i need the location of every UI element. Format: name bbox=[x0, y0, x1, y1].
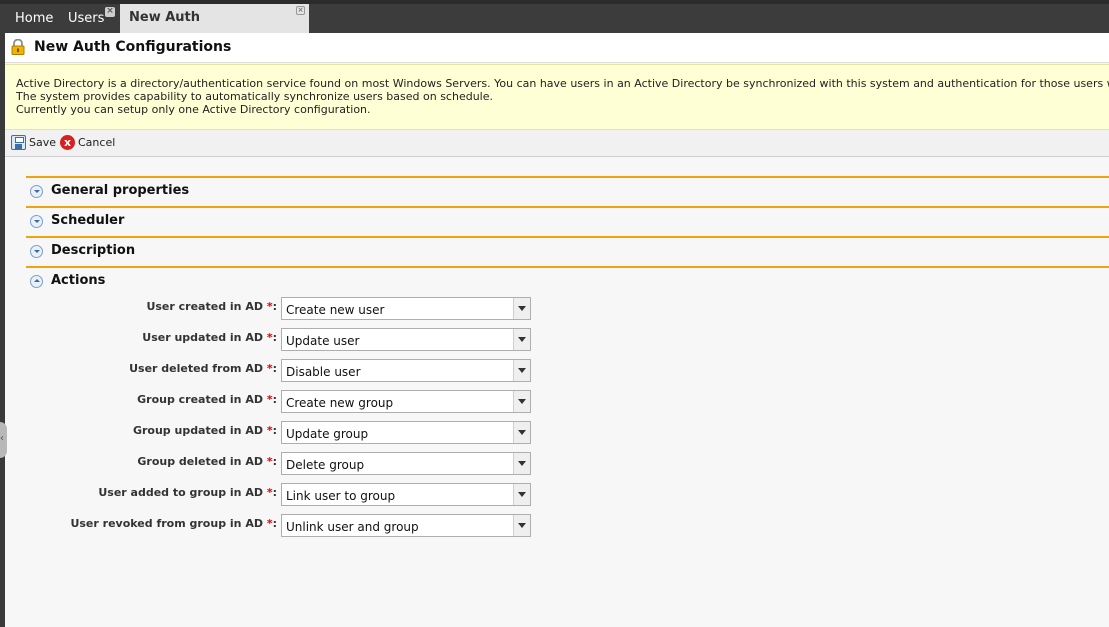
section-general-properties[interactable]: General properties bbox=[26, 176, 1109, 206]
section-title: Actions bbox=[51, 273, 106, 288]
cancel-button[interactable]: x Cancel bbox=[60, 135, 115, 151]
save-button[interactable]: Save bbox=[11, 135, 56, 151]
user-created-select[interactable]: Create new user bbox=[281, 297, 531, 320]
field-label: User updated in AD *: bbox=[142, 331, 277, 344]
section-scheduler[interactable]: Scheduler bbox=[26, 206, 1109, 236]
chevron-down-icon[interactable] bbox=[513, 329, 530, 350]
select-value: Disable user bbox=[286, 365, 361, 379]
chevron-left-icon: ‹ bbox=[0, 433, 4, 444]
toolbar: Save x Cancel bbox=[5, 130, 1109, 157]
tab-home-label: Home bbox=[15, 11, 54, 26]
cancel-icon: x bbox=[60, 135, 75, 150]
section-title: Scheduler bbox=[51, 213, 125, 228]
chevron-down-icon[interactable] bbox=[513, 360, 530, 381]
save-icon bbox=[11, 135, 26, 150]
expand-icon[interactable] bbox=[30, 215, 43, 228]
tab-bar: Home Users × New Auth Configurations × bbox=[0, 0, 1109, 53]
field-label: User revoked from group in AD *: bbox=[70, 517, 277, 530]
expand-icon[interactable] bbox=[30, 245, 43, 258]
chevron-down-icon[interactable] bbox=[513, 484, 530, 505]
action-row-group-updated: Group updated in AD *: Update group bbox=[5, 421, 1109, 445]
section-description[interactable]: Description bbox=[26, 236, 1109, 266]
action-row-user-added-to-group: User added to group in AD *: Link user t… bbox=[5, 483, 1109, 507]
page-header: New Auth Configurations bbox=[5, 33, 1109, 63]
tab-home[interactable]: Home bbox=[15, 5, 53, 33]
expand-icon[interactable] bbox=[30, 185, 43, 198]
chevron-down-icon[interactable] bbox=[513, 298, 530, 319]
user-revoked-from-group-select[interactable]: Unlink user and group bbox=[281, 514, 531, 537]
chevron-down-icon[interactable] bbox=[513, 391, 530, 412]
action-row-user-created: User created in AD *: Create new user bbox=[5, 297, 1109, 321]
close-icon[interactable]: × bbox=[296, 6, 305, 15]
field-label: User added to group in AD *: bbox=[98, 486, 277, 499]
close-icon[interactable]: × bbox=[105, 7, 115, 17]
main-panel: New Auth Configurations Active Directory… bbox=[5, 33, 1109, 627]
collapse-icon[interactable] bbox=[30, 275, 43, 288]
group-deleted-select[interactable]: Delete group bbox=[281, 452, 531, 475]
action-row-user-updated: User updated in AD *: Update user bbox=[5, 328, 1109, 352]
tab-users-label: Users bbox=[68, 11, 105, 26]
user-updated-select[interactable]: Update user bbox=[281, 328, 531, 351]
cancel-label: Cancel bbox=[78, 136, 116, 149]
select-value: Link user to group bbox=[286, 489, 396, 503]
chevron-down-icon[interactable] bbox=[513, 515, 530, 536]
action-row-group-deleted: Group deleted in AD *: Delete group bbox=[5, 452, 1109, 476]
group-created-select[interactable]: Create new group bbox=[281, 390, 531, 413]
section-actions[interactable]: Actions bbox=[26, 266, 1109, 296]
info-line: The system provides capability to automa… bbox=[16, 90, 493, 103]
select-value: Delete group bbox=[286, 458, 365, 472]
info-line: Active Directory is a directory/authenti… bbox=[16, 77, 1109, 90]
tab-new-auth-configurations[interactable]: New Auth Configurations × bbox=[120, 4, 309, 53]
chevron-down-icon[interactable] bbox=[513, 422, 530, 443]
page-title: New Auth Configurations bbox=[34, 39, 232, 55]
section-title: Description bbox=[51, 243, 136, 258]
save-label: Save bbox=[29, 136, 57, 149]
user-added-to-group-select[interactable]: Link user to group bbox=[281, 483, 531, 506]
action-row-user-deleted: User deleted from AD *: Disable user bbox=[5, 359, 1109, 383]
field-label: User created in AD *: bbox=[146, 300, 277, 313]
field-label: Group deleted in AD *: bbox=[137, 455, 277, 468]
select-value: Update user bbox=[286, 334, 360, 348]
info-message: Active Directory is a directory/authenti… bbox=[5, 64, 1109, 130]
action-row-user-revoked-from-group: User revoked from group in AD *: Unlink … bbox=[5, 514, 1109, 538]
field-label: Group updated in AD *: bbox=[132, 424, 277, 437]
info-line: Currently you can setup only one Active … bbox=[16, 103, 371, 116]
panel-collapse-handle[interactable]: ‹ bbox=[0, 422, 7, 458]
select-value: Unlink user and group bbox=[286, 520, 419, 534]
section-title: General properties bbox=[51, 183, 190, 198]
select-value: Create new user bbox=[286, 303, 385, 317]
select-value: Update group bbox=[286, 427, 369, 441]
field-label: User deleted from AD *: bbox=[129, 362, 277, 375]
user-deleted-select[interactable]: Disable user bbox=[281, 359, 531, 382]
select-value: Create new group bbox=[286, 396, 394, 410]
chevron-down-icon[interactable] bbox=[513, 453, 530, 474]
field-label: Group created in AD *: bbox=[137, 393, 277, 406]
group-updated-select[interactable]: Update group bbox=[281, 421, 531, 444]
action-row-group-created: Group created in AD *: Create new group bbox=[5, 390, 1109, 414]
tab-users[interactable]: Users × bbox=[68, 5, 115, 33]
lock-icon bbox=[11, 39, 25, 55]
